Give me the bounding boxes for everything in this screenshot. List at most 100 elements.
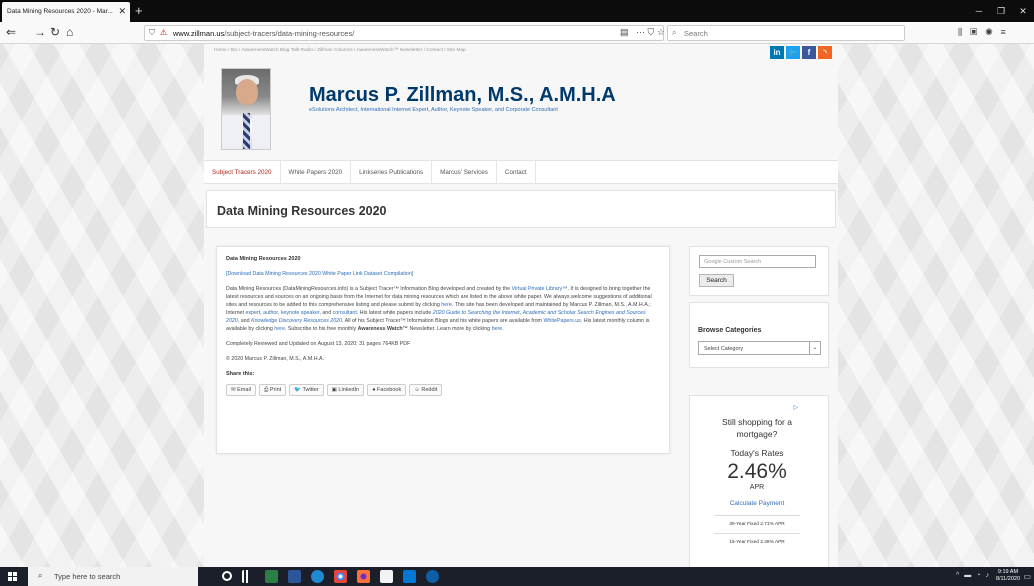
- author-portrait: [221, 68, 271, 150]
- search-widget: Google Custom Search Search: [689, 246, 829, 296]
- word-icon[interactable]: [288, 570, 301, 583]
- search-button[interactable]: Search: [699, 274, 734, 287]
- search-icon: ⌕: [38, 571, 43, 580]
- expert-link[interactable]: expert: [245, 310, 260, 316]
- vpl-link[interactable]: Virtual Private Library™: [512, 286, 568, 292]
- menu-contact[interactable]: Contact: [497, 161, 536, 183]
- forward-icon[interactable]: →: [34, 25, 46, 39]
- taskbar-search-input[interactable]: ⌕ Type here to search: [28, 567, 198, 586]
- close-window-icon[interactable]: ✕: [1012, 0, 1034, 22]
- main-menu: Subject Tracers 2020 White Papers 2020 L…: [204, 160, 838, 184]
- chrome-icon[interactable]: [334, 570, 347, 583]
- twitter-icon: 🐦: [294, 387, 302, 393]
- copyright-text: © 2020 Marcus P. Zillman, M.S., A.M.H.A.: [226, 356, 325, 362]
- browser-nav-bar: ⇐ → ↻ ⌂ ⛉ ⚠ www.zillman.us/subject-trace…: [0, 22, 1034, 44]
- close-tab-icon[interactable]: ✕: [118, 6, 126, 17]
- column-here-link[interactable]: here: [274, 326, 285, 332]
- system-tray-icons[interactable]: ^▬◔♪: [956, 572, 994, 579]
- toolbar-icons[interactable]: ⫼▣◉≡: [958, 27, 1014, 38]
- ad-rate: 2.46%: [727, 460, 787, 483]
- keynote-link[interactable]: keynote speaker: [281, 310, 320, 316]
- windows-start-icon[interactable]: [8, 572, 17, 581]
- ad-widget: ▷ Still shopping for a mortgage? Today's…: [689, 395, 829, 567]
- menu-linkseries[interactable]: Linkseries Publications: [351, 161, 433, 183]
- learn-here-link[interactable]: here: [492, 326, 503, 332]
- site-wrapper: Home / Bio / AwarenessWatch Blog Talk Ra…: [204, 44, 838, 567]
- shield-icon[interactable]: ⛉: [149, 28, 155, 38]
- home-icon[interactable]: ⌂: [66, 25, 73, 39]
- google-search-input[interactable]: Google Custom Search: [699, 255, 816, 268]
- page-actions-icons[interactable]: ▤ ··· ⛉ ☆: [620, 27, 665, 38]
- share-heading: Share this:: [226, 371, 255, 377]
- share-print-button[interactable]: ⎙ Print: [258, 384, 287, 396]
- page-title-box: Data Mining Resources 2020: [206, 190, 836, 228]
- lock-warning-icon[interactable]: ⚠: [160, 28, 167, 37]
- calculate-payment-link[interactable]: Calculate Payment: [714, 500, 800, 507]
- share-linkedin-button[interactable]: ▣ LinkedIn: [326, 384, 365, 396]
- windows-taskbar: ⌕ Type here to search ^▬◔♪ 9:19 AM 8/11/…: [0, 567, 1034, 586]
- twitter-icon[interactable]: 🐦: [786, 46, 800, 59]
- notification-icon[interactable]: ▭: [1023, 572, 1031, 581]
- page-title: Data Mining Resources 2020: [217, 204, 387, 218]
- share-bar: ✉ Email ⎙ Print 🐦 Twitter ▣ LinkedIn ● F…: [226, 384, 660, 396]
- new-tab-icon[interactable]: +: [135, 3, 143, 18]
- menu-subject-tracers[interactable]: Subject Tracers 2020: [204, 161, 281, 183]
- browser-tab[interactable]: Data Mining Resources 2020 - Mar... ✕: [2, 2, 130, 22]
- minimize-icon[interactable]: ─: [968, 0, 990, 22]
- edge-icon[interactable]: [311, 570, 324, 583]
- share-twitter-button[interactable]: 🐦 Twitter: [289, 384, 324, 396]
- submit-here-link[interactable]: here: [441, 302, 452, 308]
- window-controls: ─ ❐ ✕: [968, 0, 1034, 22]
- updated-text: Completely Reviewed and Updated on Augus…: [226, 341, 411, 347]
- social-icons: in 🐦 f ◝: [770, 46, 832, 59]
- ad-subhead: Today's Rates: [730, 448, 784, 458]
- adchoices-icon[interactable]: ▷: [793, 404, 798, 411]
- consultant-link[interactable]: consultant: [333, 310, 357, 316]
- browser-icon[interactable]: [426, 570, 439, 583]
- site-subtitle: eSolutions Architect, International Inte…: [309, 107, 558, 113]
- url-host: www.zillman.us: [173, 29, 225, 38]
- linkedin-icon[interactable]: in: [770, 46, 784, 59]
- menu-white-papers[interactable]: White Papers 2020: [281, 161, 352, 183]
- categories-heading: Browse Categories: [698, 327, 762, 334]
- back-icon[interactable]: ⇐: [6, 25, 16, 39]
- spreadsheet-app-icon[interactable]: [265, 570, 278, 583]
- download-link[interactable]: [Download Data Mining Resources 2020 Whi…: [226, 271, 413, 277]
- taskbar-clock[interactable]: 9:19 AM 8/11/2020: [996, 569, 1020, 583]
- facebook-icon[interactable]: f: [802, 46, 816, 59]
- mail-icon[interactable]: [403, 570, 416, 583]
- ad-headline: Still shopping for a mortgage?: [722, 417, 792, 439]
- categories-widget: Browse Categories Select Category ⌄: [689, 302, 829, 368]
- article-heading: Data Mining Resources 2020: [226, 256, 301, 262]
- chevron-down-icon: ⌄: [809, 342, 820, 354]
- firefox-icon[interactable]: [357, 570, 370, 583]
- taskbar-app-icons: [222, 570, 439, 583]
- reload-icon[interactable]: ↻: [50, 25, 60, 39]
- share-facebook-button[interactable]: ● Facebook: [367, 384, 407, 396]
- email-icon: ✉: [231, 387, 236, 393]
- category-select[interactable]: Select Category ⌄: [698, 341, 821, 355]
- task-view-icon[interactable]: [242, 570, 255, 583]
- cortana-icon[interactable]: [222, 571, 232, 581]
- browser-search-input[interactable]: ⌕ Search: [667, 25, 905, 41]
- article-body: Data Mining Resources (DataMiningResourc…: [226, 286, 652, 332]
- reddit-icon: ☺: [414, 387, 420, 393]
- store-icon[interactable]: [380, 570, 393, 583]
- tab-title: Data Mining Resources 2020 - Mar...: [7, 8, 113, 15]
- clock-time: 9:19 AM: [997, 569, 1019, 575]
- url-bar[interactable]: ⛉ ⚠ www.zillman.us/subject-tracers/data-…: [144, 25, 664, 41]
- mortgage-ad[interactable]: ▷ Still shopping for a mortgage? Today's…: [714, 404, 800, 562]
- share-email-button[interactable]: ✉ Email: [226, 384, 256, 396]
- ad-rate-row: 30-Year Fixed 2.71% APR: [714, 515, 800, 533]
- rss-icon[interactable]: ◝: [818, 46, 832, 59]
- url-path: /subject-tracers/data-mining-resources/: [224, 29, 355, 38]
- whitepapers-link[interactable]: WhitePapers.us: [543, 318, 580, 324]
- share-reddit-button[interactable]: ☺ Reddit: [409, 384, 443, 396]
- menu-services[interactable]: Marcus' Services: [432, 161, 497, 183]
- top-nav-links[interactable]: Home / Bio / AwarenessWatch Blog Talk Ra…: [214, 48, 466, 53]
- wp-search-link[interactable]: 2020 Guide to Searching the Internet: [433, 310, 520, 316]
- wp-knowledge-link[interactable]: Knowledge Discovery Resources 2020: [251, 318, 342, 324]
- site-title[interactable]: Marcus P. Zillman, M.S., A.M.H.A: [309, 84, 616, 107]
- author-link[interactable]: author: [263, 310, 278, 316]
- restore-icon[interactable]: ❐: [990, 0, 1012, 22]
